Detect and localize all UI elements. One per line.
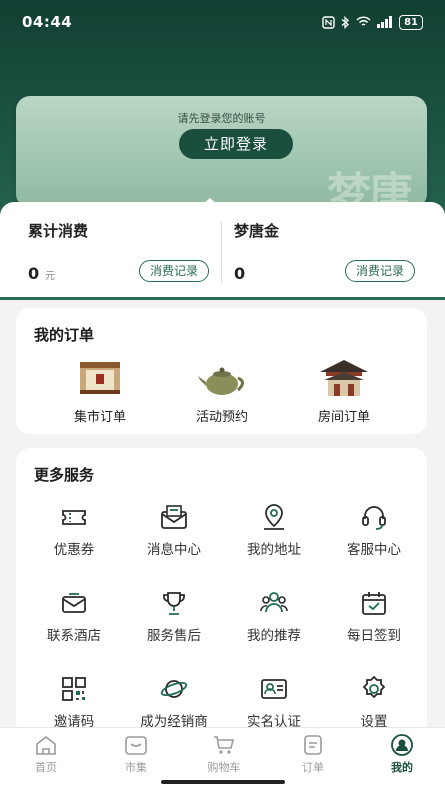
bluetooth-icon	[341, 15, 350, 29]
nfc-icon	[322, 15, 335, 29]
card-notch	[196, 198, 224, 210]
service-coupon[interactable]: 优惠券	[26, 502, 122, 558]
services-title: 更多服务	[34, 466, 95, 484]
service-settings[interactable]: 设置	[326, 674, 422, 730]
service-message-center[interactable]: 消息中心	[126, 502, 222, 558]
service-label: 消息中心	[147, 542, 201, 558]
service-label: 联系酒店	[47, 628, 101, 644]
gold-summary: 梦唐金 0 消费记录	[234, 202, 419, 297]
order-item-label: 活动预约	[195, 410, 248, 425]
users-icon	[260, 592, 288, 613]
order-item-label: 房间订单	[317, 410, 370, 425]
id-card-icon	[261, 679, 287, 699]
service-become-distributor[interactable]: 成为经销商	[126, 674, 222, 730]
status-bar: 04:44 81	[0, 0, 445, 44]
consumption-value: 0元	[28, 264, 56, 283]
service-label: 优惠券	[53, 542, 95, 558]
tab-label: 购物车	[207, 761, 241, 774]
order-item-market[interactable]: 集市订单	[40, 356, 160, 425]
tab-label: 市集	[125, 761, 147, 774]
service-daily-checkin[interactable]: 每日签到	[326, 588, 422, 644]
tab-cart[interactable]: 购物车	[194, 734, 254, 775]
service-invite-code[interactable]: 邀请码	[26, 674, 122, 730]
orders-card: 我的订单 集市订单 活动预约 房间订单	[16, 308, 427, 434]
gold-record-button[interactable]: 消费记录	[344, 260, 415, 282]
order-icon	[304, 735, 322, 755]
service-my-address[interactable]: 我的地址	[226, 502, 322, 558]
consumption-summary: 累计消费 0元 消费记录	[28, 202, 213, 297]
service-customer-support[interactable]: 客服中心	[326, 502, 422, 558]
coupon-icon	[62, 510, 86, 525]
tab-market[interactable]: 市集	[106, 734, 166, 775]
service-label: 我的地址	[247, 542, 301, 558]
balance-card: 累计消费 0元 消费记录 梦唐金 0 消费记录	[0, 202, 445, 297]
wifi-icon	[356, 16, 371, 26]
signal-icon	[377, 16, 393, 28]
settings-icon	[362, 675, 386, 699]
tab-orders[interactable]: 订单	[283, 734, 343, 775]
tea-box-icon	[80, 362, 120, 394]
service-label: 服务售后	[147, 628, 201, 644]
message-icon	[161, 505, 187, 529]
consumption-title: 累计消费	[28, 222, 89, 240]
pavilion-icon	[320, 360, 368, 396]
service-contact-hotel[interactable]: 联系酒店	[26, 588, 122, 644]
status-icons: 81	[322, 14, 423, 30]
service-label: 客服中心	[347, 542, 401, 558]
order-item-label: 集市订单	[73, 410, 126, 425]
service-my-referrals[interactable]: 我的推荐	[226, 588, 322, 644]
location-icon	[264, 504, 284, 530]
order-item-activity[interactable]: 活动预约	[162, 356, 282, 425]
currency-unit: 元	[45, 271, 56, 282]
tab-label: 我的	[391, 761, 413, 774]
planet-icon	[160, 680, 188, 698]
profile-icon	[391, 734, 413, 756]
battery-indicator: 81	[399, 14, 423, 30]
gold-title: 梦唐金	[234, 222, 280, 240]
gold-value: 0	[234, 264, 246, 283]
consumption-record-button[interactable]: 消费记录	[138, 260, 209, 282]
cart-icon	[214, 736, 235, 754]
login-prompt: 请先登录您的账号	[177, 112, 266, 125]
tab-label: 订单	[302, 761, 324, 774]
service-label: 我的推荐	[247, 628, 301, 644]
mail-icon	[62, 593, 86, 613]
tab-label: 首页	[35, 761, 57, 774]
order-item-room[interactable]: 房间订单	[284, 356, 404, 425]
service-after-sales[interactable]: 服务售后	[126, 588, 222, 644]
balance-divider	[221, 222, 222, 284]
service-identity-verification[interactable]: 实名认证	[226, 674, 322, 730]
tab-profile[interactable]: 我的	[372, 734, 432, 775]
home-indicator	[161, 780, 285, 784]
headset-icon	[362, 506, 386, 530]
login-button[interactable]: 立即登录	[179, 129, 293, 159]
status-time: 04:44	[22, 13, 73, 31]
tab-home[interactable]: 首页	[16, 734, 76, 775]
qr-code-icon	[62, 677, 86, 701]
trophy-icon	[163, 592, 185, 615]
market-icon	[125, 736, 147, 755]
login-card: 请先登录您的账号 立即登录 梦唐	[16, 96, 427, 220]
service-label: 每日签到	[347, 628, 401, 644]
calendar-check-icon	[362, 592, 386, 615]
orders-title: 我的订单	[34, 326, 95, 344]
services-card: 更多服务 优惠券 消息中心 我的地址 客服中心 联系酒店 服务售后 我的推荐 每…	[16, 448, 427, 738]
home-icon	[36, 735, 56, 755]
teapot-icon	[198, 367, 244, 395]
